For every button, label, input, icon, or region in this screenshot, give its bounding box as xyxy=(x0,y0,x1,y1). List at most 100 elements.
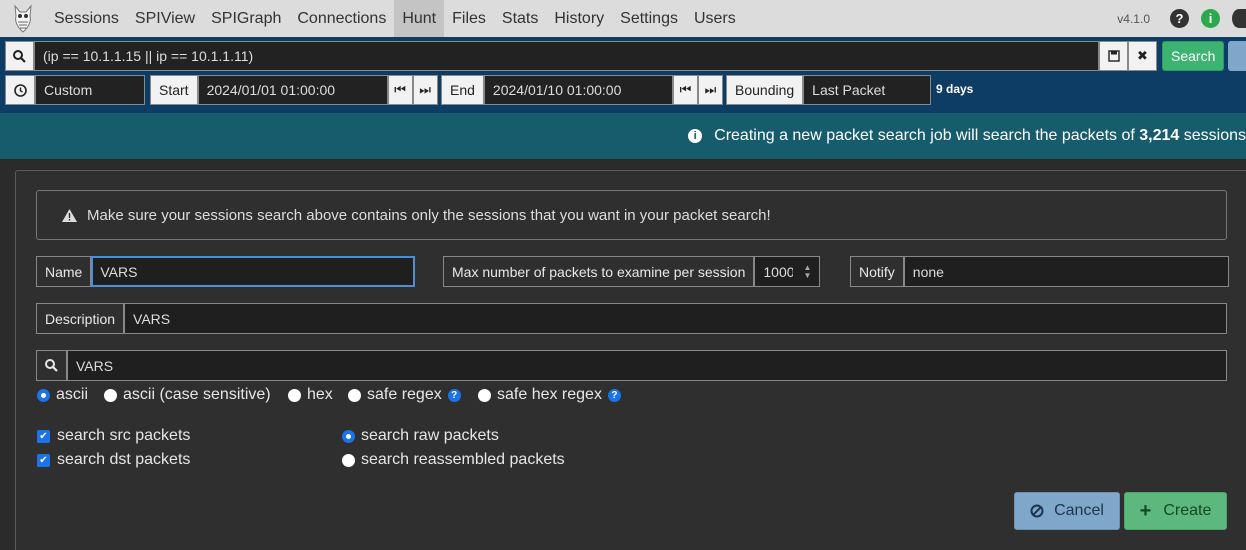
radio-ascii-case-control[interactable] xyxy=(104,388,117,402)
start-next-icon[interactable]: ⏭ xyxy=(412,75,438,105)
settings-icon[interactable] xyxy=(1232,9,1246,28)
bounding-group: Bounding Last Packet xyxy=(726,75,932,105)
end-next-icon[interactable]: ⏭ xyxy=(697,75,723,105)
radio-ascii-label: ascii xyxy=(56,386,89,403)
time-range-select[interactable]: Custom xyxy=(35,75,145,105)
name-label: Name xyxy=(36,256,92,287)
plus-icon: + xyxy=(1139,500,1152,522)
raw-packets-option[interactable]: search raw packets xyxy=(342,427,499,445)
nav-settings[interactable]: Settings xyxy=(612,0,686,37)
radio-ascii[interactable]: ascii xyxy=(37,386,88,404)
help-icon[interactable]: ? xyxy=(1170,9,1189,28)
nav-history[interactable]: History xyxy=(546,0,612,37)
info-icon[interactable]: i xyxy=(1201,9,1220,28)
spinner-icon[interactable]: ▲ ▼ xyxy=(803,263,811,280)
nav-stats[interactable]: Stats xyxy=(494,0,546,37)
end-time-input[interactable]: 2024/01/10 01:00:00 xyxy=(483,75,673,105)
nav-files[interactable]: Files xyxy=(444,0,494,37)
duration-label: 9 days xyxy=(936,82,974,96)
raw-packets-radio[interactable] xyxy=(342,429,355,443)
session-count: 3,214 xyxy=(1139,127,1180,144)
clock-icon xyxy=(5,75,35,105)
save-icon[interactable] xyxy=(1099,41,1128,71)
radio-safe-hex-regex[interactable]: safe hex regex ? xyxy=(478,386,621,404)
search-icon xyxy=(5,41,34,71)
end-label: End xyxy=(441,75,484,105)
radio-safe-regex-control[interactable] xyxy=(348,388,361,402)
top-navbar: Sessions SPIView SPIGraph Connections Hu… xyxy=(0,0,1246,37)
search-text-icon xyxy=(36,350,67,381)
nav-spiview[interactable]: SPIView xyxy=(127,0,203,37)
time-range-group: Custom xyxy=(5,75,145,105)
search-area: (ip == 10.1.1.15 || ip == 10.1.1.11) ✖ S… xyxy=(0,37,1246,113)
reassembled-packets-option[interactable]: search reassembled packets xyxy=(342,451,565,469)
nav-sessions[interactable]: Sessions xyxy=(46,0,127,37)
reassembled-packets-label: search reassembled packets xyxy=(361,451,565,468)
warning-icon xyxy=(62,208,77,222)
create-button[interactable]: + Create xyxy=(1124,492,1227,530)
radio-ascii-case[interactable]: ascii (case sensitive) xyxy=(104,386,271,404)
safe-hex-regex-help-icon[interactable]: ? xyxy=(607,388,621,402)
nav-hunt[interactable]: Hunt xyxy=(394,0,445,37)
radio-hex-label: hex xyxy=(307,386,333,403)
search-button[interactable]: Search xyxy=(1162,41,1225,71)
radio-safe-regex-label: safe regex xyxy=(367,386,442,403)
query-group: (ip == 10.1.1.15 || ip == 10.1.1.11) ✖ xyxy=(5,41,1157,71)
description-group: Description VARS xyxy=(36,303,1228,334)
nav-spigraph[interactable]: SPIGraph xyxy=(203,0,289,37)
start-prev-icon[interactable]: ⏮ xyxy=(387,75,413,105)
info-banner: i Creating a new packet search job will … xyxy=(0,113,1246,159)
search-text-group: VARS xyxy=(36,350,1227,381)
warning-text: Make sure your sessions search above con… xyxy=(87,206,771,224)
start-label: Start xyxy=(150,75,198,105)
notify-select[interactable]: none xyxy=(903,256,1229,287)
banner-text-prefix: Creating a new packet search job will se… xyxy=(714,127,1140,144)
ban-icon xyxy=(1030,504,1044,518)
start-time-group: Start 2024/01/01 01:00:00 ⏮ ⏭ xyxy=(150,75,438,105)
radio-safe-hex-regex-control[interactable] xyxy=(478,388,491,402)
dst-packets-label: search dst packets xyxy=(57,451,191,468)
cancel-button[interactable]: Cancel xyxy=(1014,492,1120,530)
radio-safe-hex-regex-label: safe hex regex xyxy=(497,386,602,403)
radio-hex[interactable]: hex xyxy=(288,386,333,404)
max-packets-input[interactable]: 1000 ▲ ▼ xyxy=(754,256,821,287)
version-label: v4.1.0 xyxy=(1117,11,1150,26)
name-group: Name VARS xyxy=(36,256,416,287)
nav-connections[interactable]: Connections xyxy=(289,0,394,37)
notify-label: Notify xyxy=(850,256,904,287)
create-label: Create xyxy=(1163,502,1212,519)
reassembled-packets-radio[interactable] xyxy=(342,453,355,467)
query-input[interactable]: (ip == 10.1.1.15 || ip == 10.1.1.11) xyxy=(34,41,1099,71)
end-time-group: End 2024/01/10 01:00:00 ⏮ ⏭ xyxy=(441,75,723,105)
warning-box: Make sure your sessions search above con… xyxy=(36,190,1227,240)
start-time-input[interactable]: 2024/01/01 01:00:00 xyxy=(197,75,388,105)
description-input[interactable]: VARS xyxy=(124,303,1228,334)
max-packets-group: Max number of packets to examine per ses… xyxy=(443,256,821,287)
dst-packets-option[interactable]: ✔ search dst packets xyxy=(37,451,190,469)
raw-packets-label: search raw packets xyxy=(361,427,499,444)
bounding-select[interactable]: Last Packet xyxy=(803,75,932,105)
cancel-label: Cancel xyxy=(1054,502,1104,519)
radio-hex-control[interactable] xyxy=(288,388,301,402)
src-packets-label: search src packets xyxy=(57,427,191,444)
info-circle-icon: i xyxy=(688,129,703,143)
src-packets-checkbox[interactable]: ✔ xyxy=(37,429,50,443)
description-label: Description xyxy=(36,303,125,334)
radio-ascii-case-label: ascii (case sensitive) xyxy=(123,386,271,403)
name-input[interactable]: VARS xyxy=(91,256,416,287)
dst-packets-checkbox[interactable]: ✔ xyxy=(37,453,50,467)
radio-safe-regex[interactable]: safe regex ? xyxy=(348,386,461,404)
max-packets-label: Max number of packets to examine per ses… xyxy=(443,256,755,287)
max-packets-value: 1000 xyxy=(763,263,794,280)
clear-icon[interactable]: ✖ xyxy=(1128,41,1157,71)
notify-group: Notify none xyxy=(850,256,1229,287)
safe-regex-help-icon[interactable]: ? xyxy=(447,388,461,402)
search-text-input[interactable]: VARS xyxy=(67,350,1227,381)
nav-users[interactable]: Users xyxy=(686,0,744,37)
radio-ascii-control[interactable] xyxy=(37,388,50,402)
owl-logo-icon[interactable] xyxy=(0,0,46,37)
end-prev-icon[interactable]: ⏮ xyxy=(672,75,698,105)
src-packets-option[interactable]: ✔ search src packets xyxy=(37,427,190,445)
eye-icon[interactable] xyxy=(1228,41,1246,71)
banner-text-suffix: sessions xyxy=(1179,127,1246,144)
